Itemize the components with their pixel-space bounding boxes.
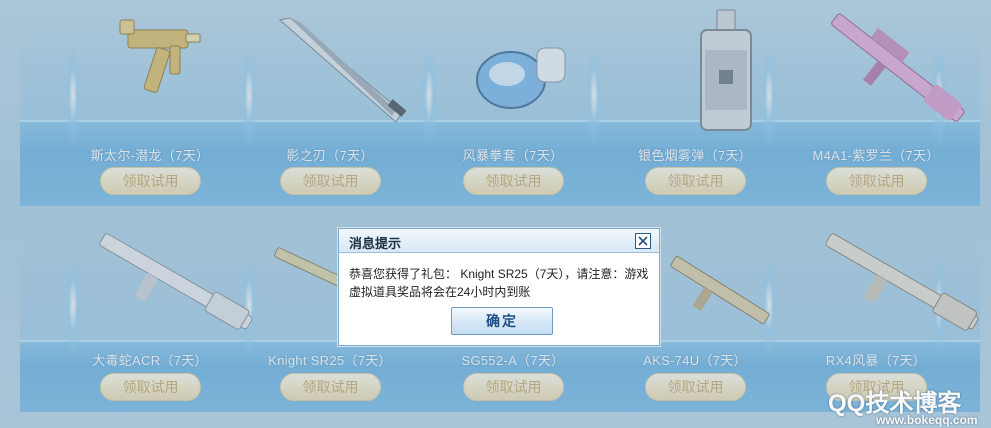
message-dialog: 消息提示 恭喜您获得了礼包： Knight SR25（7天），请注意：游戏虚拟道… (338, 228, 660, 346)
dialog-message: 恭喜您获得了礼包： Knight SR25（7天），请注意：游戏虚拟道具奖品将会… (349, 267, 649, 299)
watermark: QQ技术博客 www.bokeqq.com (828, 383, 988, 427)
trial-weapons-page: 斯太尔-潜龙（7天） 领取试用 影之刃（7天） 领取试用 风暴拳套（7天） 领取… (0, 0, 991, 428)
close-icon[interactable] (635, 233, 651, 249)
watermark-url: www.bokeqq.com (876, 413, 978, 427)
confirm-button[interactable]: 确定 (451, 307, 553, 335)
dialog-title: 消息提示 (349, 236, 402, 251)
dialog-titlebar: 消息提示 (339, 229, 659, 253)
modal-overlay (0, 0, 991, 428)
